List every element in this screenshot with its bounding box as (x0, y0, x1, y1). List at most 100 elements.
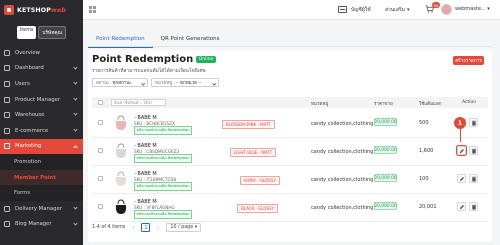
page-subtitle: รายการสินค้าที่สามารถแลกแต้มได้ได้ตามเงื… (92, 69, 206, 74)
sidebar-item-overview[interactable]: Overview (0, 45, 83, 61)
bag-thumbnail (115, 115, 127, 130)
sidebar-item-delivery-manager[interactable]: Delivery Manager (0, 201, 83, 217)
variant-tag: LIGHT BLUE - MATT (230, 148, 277, 157)
variant-tag: IVORY - GLOSSY (240, 176, 280, 185)
page-size-select[interactable]: 10 / page ▾ (166, 223, 202, 232)
header-action: Action (462, 100, 477, 105)
bag-icon (115, 205, 127, 214)
main-card: Point Redemption Online รายการสินค้าที่ส… (88, 50, 492, 242)
bag-icon (115, 149, 127, 158)
topbar: บัญชีผู้ใช้ ส่วนเสริม ▾ 99 webmaste... ▾ (83, 0, 500, 20)
warehouse-icon (4, 112, 10, 119)
chevron-down-icon (211, 80, 216, 85)
price-badge: 20,000.00 (374, 202, 397, 210)
chevron-down-icon (73, 64, 78, 70)
variant-tag: BLOSSOM PINK - MATT (222, 120, 275, 129)
row-checkbox[interactable] (98, 120, 103, 125)
header-qty: ใช้แต้มแลก (419, 102, 442, 107)
callout-arrow (459, 129, 461, 142)
trash-icon[interactable] (469, 146, 478, 155)
sidebar-item-marketing[interactable]: Marketing (0, 138, 83, 155)
addons-menu[interactable]: ส่วนเสริม ▾ (385, 6, 410, 14)
price-badge: 20,000.00 (374, 118, 397, 126)
marketing-icon (4, 143, 10, 150)
chevron-down-icon: ▾ (407, 7, 410, 13)
table-row[interactable]: - BABE M SKU : BCHBCB15ZX หลักเกณฑ์แลกแต… (92, 110, 488, 138)
app-root: KETSHOPweb Items บริษัทคุณ Overview Dash… (0, 0, 500, 245)
divider (88, 46, 492, 47)
pill-company[interactable]: บริษัทคุณ (38, 26, 67, 39)
chevron-down-icon (73, 127, 78, 132)
pagination: 1-4 of 4 items ‹ 1 › 10 / page ▾ (92, 223, 202, 232)
bag-thumbnail (115, 171, 127, 186)
sidebar-item-ecommerce[interactable]: E-commerce (0, 123, 83, 139)
apps-grid-icon[interactable] (89, 6, 96, 13)
cart-badge: 99 (432, 2, 440, 8)
users-icon (4, 80, 10, 87)
sidebar-subitem-promotion[interactable]: Promotion (0, 154, 83, 170)
table-row[interactable]: - BABE M SKU : VF8FLAGNHG หลักเกณฑ์แลกแต… (92, 194, 488, 222)
pagination-summary: 1-4 of 4 items (92, 225, 126, 230)
trash-icon[interactable] (469, 118, 478, 127)
next-page-icon[interactable]: › (154, 224, 162, 232)
avatar[interactable] (441, 4, 452, 15)
account-switch: Items บริษัทคุณ (0, 20, 83, 39)
page-current[interactable]: 1 (141, 223, 151, 232)
sidebar-item-dashboard[interactable]: Dashboard (0, 61, 83, 77)
sidebar-subitem-member-point[interactable]: Member Point (0, 169, 83, 186)
chevron-down-icon (73, 80, 78, 85)
bag-icon (115, 177, 127, 186)
title-row: Point Redemption Online (92, 54, 216, 65)
create-button[interactable]: สร้างรายการ (453, 56, 484, 65)
user-name[interactable]: webmaste... ▾ (455, 6, 490, 12)
chevron-down-icon (73, 96, 78, 101)
trash-icon[interactable] (469, 202, 478, 211)
row-checkbox[interactable] (98, 204, 103, 209)
overview-icon (4, 49, 10, 56)
sidebar-item-users[interactable]: Users (0, 76, 83, 92)
card-icon[interactable] (338, 6, 347, 13)
delivery-icon (4, 205, 10, 212)
chevron-down-icon (140, 80, 145, 85)
status-badge: Online (196, 56, 216, 63)
search-input[interactable]: ค้นหาชื่อสินค้า, SKU (111, 98, 166, 106)
blog-icon (4, 221, 10, 228)
sidebar-subitem-forms[interactable]: Forms (0, 185, 83, 201)
price-badge: 20,000.00 (374, 174, 397, 182)
variant-tag: BLACK - GLOSSY (237, 204, 278, 213)
brand-logo[interactable]: KETSHOPweb (0, 0, 83, 20)
dashboard-icon (4, 65, 10, 72)
edit-icon[interactable] (456, 145, 467, 156)
account-menu[interactable]: บัญชีผู้ใช้ (351, 6, 371, 14)
category-filter[interactable]: หมวดหมู่ -- ทุกหมวด -- (151, 78, 219, 87)
chevron-up-icon (73, 144, 78, 150)
chevron-down-icon: ▾ (194, 225, 198, 230)
table-row[interactable]: - BABE M SKU : CBSDMGCG6Z3 หลักเกณฑ์แลกแ… (92, 138, 488, 166)
sidebar-item-product-manager[interactable]: Product Manager (0, 92, 83, 108)
sidebar-item-blog-manager[interactable]: Blog Manager (0, 217, 83, 233)
table-row[interactable]: - BABE M SKU : IT1B9MCTG5B หลักเกณฑ์แลกแ… (92, 166, 488, 194)
edit-icon[interactable] (457, 174, 466, 183)
filter-row: สถานะ ทุกสถานะ หมวดหมู่ -- ทุกหมวด -- (92, 78, 219, 87)
sidebar: KETSHOPweb Items บริษัทคุณ Overview Dash… (0, 0, 83, 245)
sidebar-item-warehouse[interactable]: Warehouse (0, 107, 83, 123)
prev-page-icon[interactable]: ‹ (129, 224, 137, 232)
pill-items[interactable]: Items (17, 26, 37, 39)
header-category: หมวดหมู่ (311, 102, 329, 107)
select-all-checkbox[interactable] (98, 100, 103, 105)
status-filter[interactable]: สถานะ ทุกสถานะ (92, 78, 148, 87)
bag-thumbnail (115, 143, 127, 158)
bag-thumbnail (115, 199, 127, 214)
chevron-down-icon (73, 205, 78, 210)
edit-icon[interactable] (457, 202, 466, 211)
row-checkbox[interactable] (98, 148, 103, 153)
chevron-down-icon (73, 111, 78, 116)
row-checkbox[interactable] (98, 176, 103, 181)
sidebar-menu: Overview Dashboard Users Product Manager… (0, 45, 83, 232)
price-badge: 20,000.00 (374, 146, 397, 154)
bag-icon (115, 121, 127, 130)
chevron-down-icon: ▾ (487, 6, 490, 12)
trash-icon[interactable] (469, 174, 478, 183)
chevron-down-icon (73, 220, 78, 226)
logo-text: KETSHOPweb (17, 6, 66, 14)
